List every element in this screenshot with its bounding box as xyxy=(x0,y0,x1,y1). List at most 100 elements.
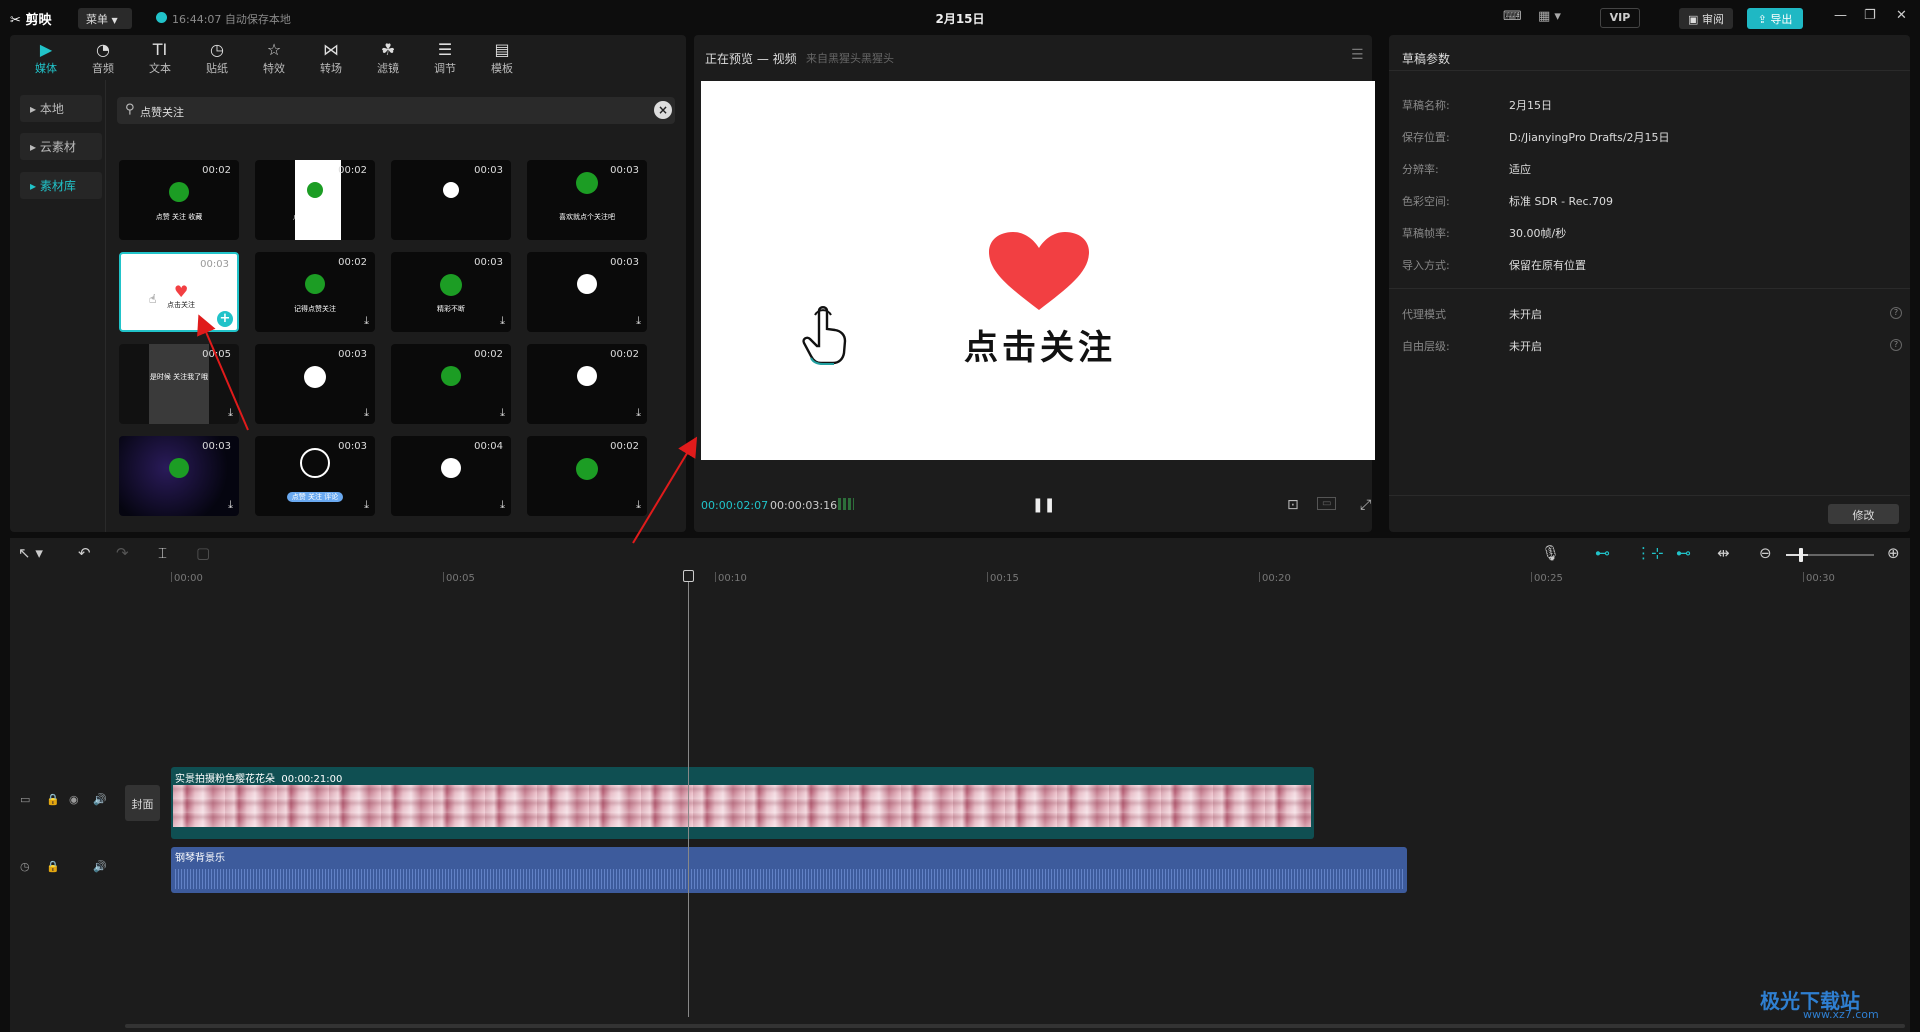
playhead[interactable] xyxy=(688,572,689,1017)
zoom-slider-handle[interactable] xyxy=(1799,548,1803,562)
player-menu-icon[interactable]: ☰ xyxy=(1351,47,1364,63)
material-thumbnail[interactable]: ⤓ 00:03 xyxy=(527,252,647,332)
vip-badge[interactable]: VIP xyxy=(1600,8,1640,28)
select-tool-icon[interactable]: ↖ ▾ xyxy=(18,544,43,562)
tab-effects[interactable]: ☆ 特效 xyxy=(246,35,302,80)
video-clip[interactable]: 实景拍摄粉色樱花花朵 00:00:21:00 xyxy=(171,767,1314,839)
download-icon[interactable]: ⤓ xyxy=(500,314,505,328)
tab-sticker[interactable]: ◷ 贴纸 xyxy=(189,35,245,80)
linkage-icon[interactable]: ⊷ xyxy=(1676,544,1691,562)
download-icon[interactable]: ⤓ xyxy=(228,498,233,512)
tab-media[interactable]: ▶ 媒体 xyxy=(18,35,74,80)
thumbnail-duration: 00:02 xyxy=(338,165,367,176)
download-icon[interactable]: ⤓ xyxy=(500,406,505,420)
ratio-icon[interactable]: ▭ xyxy=(1317,497,1337,510)
material-thumbnail[interactable]: ⤓ 是时候 关注我了哦 00:05 xyxy=(119,344,239,424)
restore-icon[interactable]: ❐ xyxy=(1864,8,1876,23)
review-button[interactable]: ▣ 审阅 xyxy=(1679,8,1733,29)
material-thumbnail[interactable]: ⤓ 00:02 xyxy=(527,436,647,516)
download-icon[interactable]: ⤓ xyxy=(636,498,641,512)
download-icon[interactable]: ⤓ xyxy=(364,406,369,420)
download-icon[interactable]: ⤓ xyxy=(500,498,505,512)
layout-icon[interactable]: ▦ ▾ xyxy=(1538,9,1561,24)
download-icon[interactable]: ⤓ xyxy=(636,314,641,328)
edit-button[interactable]: 修改 xyxy=(1828,504,1899,524)
nav-cloud[interactable]: ▸ 云素材 xyxy=(20,133,102,160)
tab-label: 贴纸 xyxy=(206,62,228,75)
add-to-track-button[interactable]: + xyxy=(217,311,233,327)
watermark-url: www.xz7.com xyxy=(1803,1008,1879,1021)
review-icon: ▣ xyxy=(1688,13,1699,26)
tab-template[interactable]: ▤ 模板 xyxy=(474,35,530,80)
minimize-icon[interactable]: — xyxy=(1834,8,1847,23)
preview-axis-icon[interactable]: ⇹ xyxy=(1717,544,1730,562)
nav-label: 云素材 xyxy=(39,140,76,154)
search-icon: ⚲ xyxy=(125,102,135,117)
material-thumbnail[interactable]: 点赞关注 转发 00:02 xyxy=(255,160,375,240)
ruler-tick xyxy=(987,572,988,582)
timeline-scrollbar[interactable] xyxy=(125,1024,1905,1028)
nav-label: 本地 xyxy=(39,102,64,116)
material-thumbnail[interactable]: ⤓ 00:03 xyxy=(119,436,239,516)
autosave-status: 16:44:07 自动保存本地 xyxy=(172,13,291,26)
cover-button[interactable]: 封面 xyxy=(125,785,160,821)
fullscreen-icon[interactable]: ⤢ xyxy=(1360,497,1371,513)
material-thumbnail[interactable]: ⤓ 点赞 关注 评论 00:03 xyxy=(255,436,375,516)
material-thumbnail[interactable]: ⤓ 00:03 xyxy=(255,344,375,424)
zoom-in-icon[interactable]: ⊕ xyxy=(1887,544,1900,562)
download-icon[interactable]: ⤓ xyxy=(636,406,641,420)
search-value: 点赞关注 xyxy=(140,106,184,119)
material-thumbnail[interactable]: ⤓ 00:02 xyxy=(527,344,647,424)
undo-icon[interactable]: ↶ xyxy=(78,544,91,562)
material-thumbnail[interactable]: ⤓ 记得点赞关注 00:02 xyxy=(255,252,375,332)
microphone-icon[interactable]: 🎙 xyxy=(1541,544,1560,562)
thumbnail-graphic xyxy=(441,366,461,386)
material-thumbnail[interactable]: 点赞 关注 收藏 00:02 xyxy=(119,160,239,240)
nav-library[interactable]: ▸ 素材库 xyxy=(20,172,102,199)
total-timecode: 00:00:03:16 xyxy=(770,499,838,512)
nav-local[interactable]: ▸ 本地 xyxy=(20,95,102,122)
split-icon[interactable]: ⌶ xyxy=(158,544,167,562)
download-icon[interactable]: ⤓ xyxy=(364,498,369,512)
volume-icon[interactable]: 🔊 xyxy=(93,860,107,873)
tab-adjust[interactable]: ☰ 调节 xyxy=(417,35,473,80)
menu-button[interactable]: 菜单 ▼ xyxy=(78,8,132,29)
auto-snap-icon[interactable]: ⋮⊹ xyxy=(1636,544,1664,562)
export-button[interactable]: ⇪ 导出 xyxy=(1747,8,1803,29)
eye-icon[interactable]: ◉ xyxy=(69,793,79,806)
autosave-check-icon xyxy=(156,12,167,23)
lock-icon[interactable]: 🔒 xyxy=(46,793,60,806)
keyboard-icon[interactable]: ⌨ xyxy=(1503,9,1522,24)
search-input[interactable] xyxy=(117,97,675,124)
zoom-out-icon[interactable]: ⊖ xyxy=(1759,544,1772,562)
close-icon[interactable]: ✕ xyxy=(1896,8,1907,23)
thumbnail-graphic xyxy=(304,366,326,388)
screenshot-icon[interactable]: ⊡ xyxy=(1287,497,1299,513)
material-thumbnail[interactable]: ⤓ 00:02 xyxy=(391,344,511,424)
volume-icon[interactable]: 🔊 xyxy=(93,793,107,806)
material-thumbnail[interactable]: ⤓ 精彩不断 00:03 xyxy=(391,252,511,332)
material-thumbnail[interactable]: ♥ ☝ + 点击关注 00:03 xyxy=(119,252,239,332)
download-icon[interactable]: ⤓ xyxy=(364,314,369,328)
playhead-handle[interactable] xyxy=(683,570,694,582)
help-icon[interactable]: ? xyxy=(1890,307,1902,319)
download-icon[interactable]: ⤓ xyxy=(228,406,233,420)
tab-transition[interactable]: ⋈ 转场 xyxy=(303,35,359,80)
thumbnail-duration: 00:03 xyxy=(610,165,639,176)
ruler-tick xyxy=(1531,572,1532,582)
audio-clip[interactable]: 钢琴背景乐 xyxy=(171,847,1407,893)
material-thumbnail[interactable]: 00:03 xyxy=(391,160,511,240)
clear-search-icon[interactable]: × xyxy=(654,101,672,119)
pause-icon[interactable]: ❚❚ xyxy=(1032,497,1055,513)
main-track-magnet-icon[interactable]: ⊷ xyxy=(1595,544,1610,562)
material-thumbnail[interactable]: ⤓ 00:04 xyxy=(391,436,511,516)
help-icon[interactable]: ? xyxy=(1890,339,1902,351)
tab-text[interactable]: TI 文本 xyxy=(132,35,188,80)
tab-filter[interactable]: ☘ 滤镜 xyxy=(360,35,416,80)
thumbnail-graphic xyxy=(577,366,597,386)
tab-audio[interactable]: ◔ 音频 xyxy=(75,35,131,80)
thumbnail-graphic xyxy=(576,172,598,194)
lock-icon[interactable]: 🔒 xyxy=(46,860,60,873)
draft-param-label: 分辨率: xyxy=(1402,163,1439,176)
material-thumbnail[interactable]: 喜欢就点个关注吧 00:03 xyxy=(527,160,647,240)
